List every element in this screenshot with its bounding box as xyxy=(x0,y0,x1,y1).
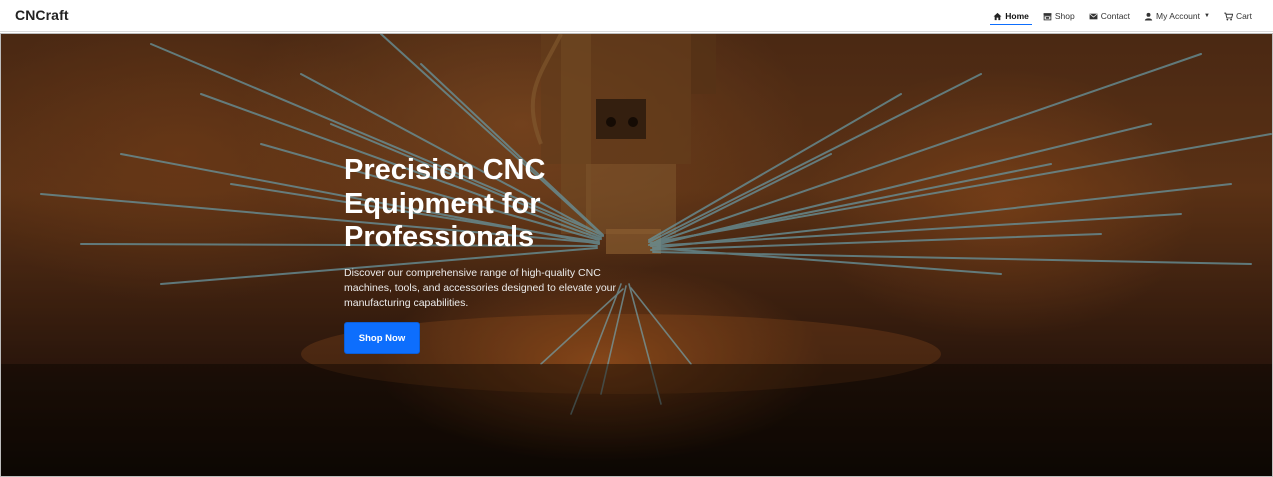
cart-icon xyxy=(1224,12,1233,20)
hero-title-line: Equipment for xyxy=(344,187,541,220)
nav-item-label: Home xyxy=(1005,11,1029,21)
hero-background-image xyxy=(1,34,1272,476)
user-icon xyxy=(1144,12,1153,20)
nav-item-cart[interactable]: Cart xyxy=(1217,0,1259,32)
envelope-icon xyxy=(1089,13,1098,19)
nav-item-label: Contact xyxy=(1100,11,1131,21)
shop-now-button[interactable]: Shop Now xyxy=(344,322,420,354)
hero-section: Precision CNC Equipment for Professional… xyxy=(0,33,1273,477)
hero-title-line: Professionals xyxy=(344,221,535,253)
navbar: CNCraft Home Shop Contact My Account ▼ C… xyxy=(0,0,1273,32)
nav-item-label: Cart xyxy=(1235,11,1252,21)
brand-logo[interactable]: CNCraft xyxy=(15,7,69,23)
hero-description: Discover our comprehensive range of high… xyxy=(344,267,616,309)
nav-item-shop[interactable]: Shop xyxy=(1036,0,1082,32)
store-icon xyxy=(1043,12,1052,20)
nav-item-label: My Account xyxy=(1156,11,1200,21)
nav-item-home[interactable]: Home xyxy=(986,0,1036,32)
caret-down-icon: ▼ xyxy=(1203,13,1210,19)
home-icon xyxy=(993,12,1002,20)
hero-title-line: Precision CNC xyxy=(344,154,546,186)
nav-item-my-account[interactable]: My Account ▼ xyxy=(1137,0,1217,32)
nav-item-contact[interactable]: Contact xyxy=(1082,0,1137,32)
hero-title: Precision CNC Equipment for Professional… xyxy=(344,154,644,255)
nav-item-label: Shop xyxy=(1054,11,1075,21)
nav-menu: Home Shop Contact My Account ▼ Cart xyxy=(986,0,1259,32)
